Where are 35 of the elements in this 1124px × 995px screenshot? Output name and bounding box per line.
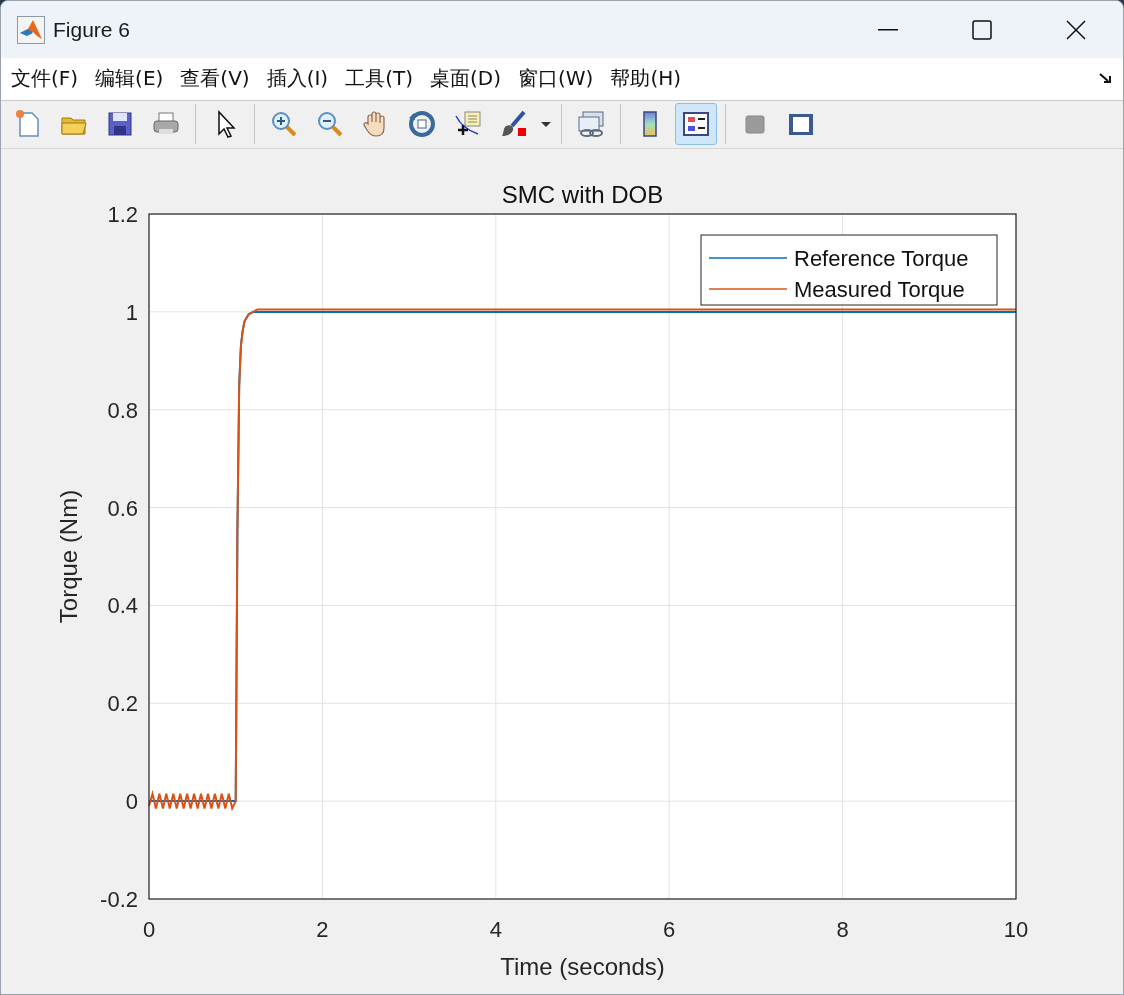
y-tick-label: 0.6 [107, 495, 138, 521]
menu-item[interactable]: 工具(T) [345, 65, 413, 93]
x-axis-label: Time (seconds) [500, 953, 665, 980]
caret-icon [541, 121, 551, 127]
minimize-icon [878, 28, 898, 31]
y-tick-label: 1 [125, 299, 138, 325]
chart-title: SMC with DOB [501, 181, 664, 208]
x-tick-label: 6 [663, 917, 676, 942]
x-tick-label: 4 [489, 917, 502, 942]
menu-item[interactable]: 查看(V) [180, 65, 250, 93]
menu-item[interactable]: 编辑(E) [95, 65, 164, 93]
y-tick-label: 0 [125, 789, 138, 815]
legend-label: Reference Torque [794, 246, 969, 271]
x-tick-label: 8 [836, 917, 849, 942]
app-logo-icon [17, 15, 45, 44]
menu-item[interactable]: 文件(F) [11, 65, 79, 93]
dock-arrow-icon[interactable] [1099, 72, 1113, 85]
close-icon [1066, 19, 1086, 40]
x-tick-label: 0 [142, 917, 156, 942]
legend-label: Measured Torque [794, 277, 965, 302]
y-tick-label: 0.2 [107, 691, 138, 717]
y-tick-label: -0.2 [100, 887, 138, 912]
x-tick-label: 10 [1003, 917, 1029, 942]
y-tick-label: 0.8 [107, 397, 138, 423]
window-title: Figure 6 [53, 17, 132, 42]
menu-item[interactable]: 桌面(D) [430, 65, 501, 93]
y-tick-label: 0.4 [107, 593, 138, 619]
y-axis-label: Torque (Nm) [55, 489, 82, 624]
legend-button[interactable] [675, 103, 717, 146]
menu-item[interactable]: 插入(I) [266, 65, 329, 93]
menu-item[interactable]: 窗口(W) [518, 65, 594, 93]
y-tick-label: 1.2 [107, 202, 138, 227]
x-tick-label: 2 [316, 917, 329, 942]
maximize-icon [972, 19, 992, 40]
menu-item[interactable]: 帮助(H) [610, 65, 682, 93]
